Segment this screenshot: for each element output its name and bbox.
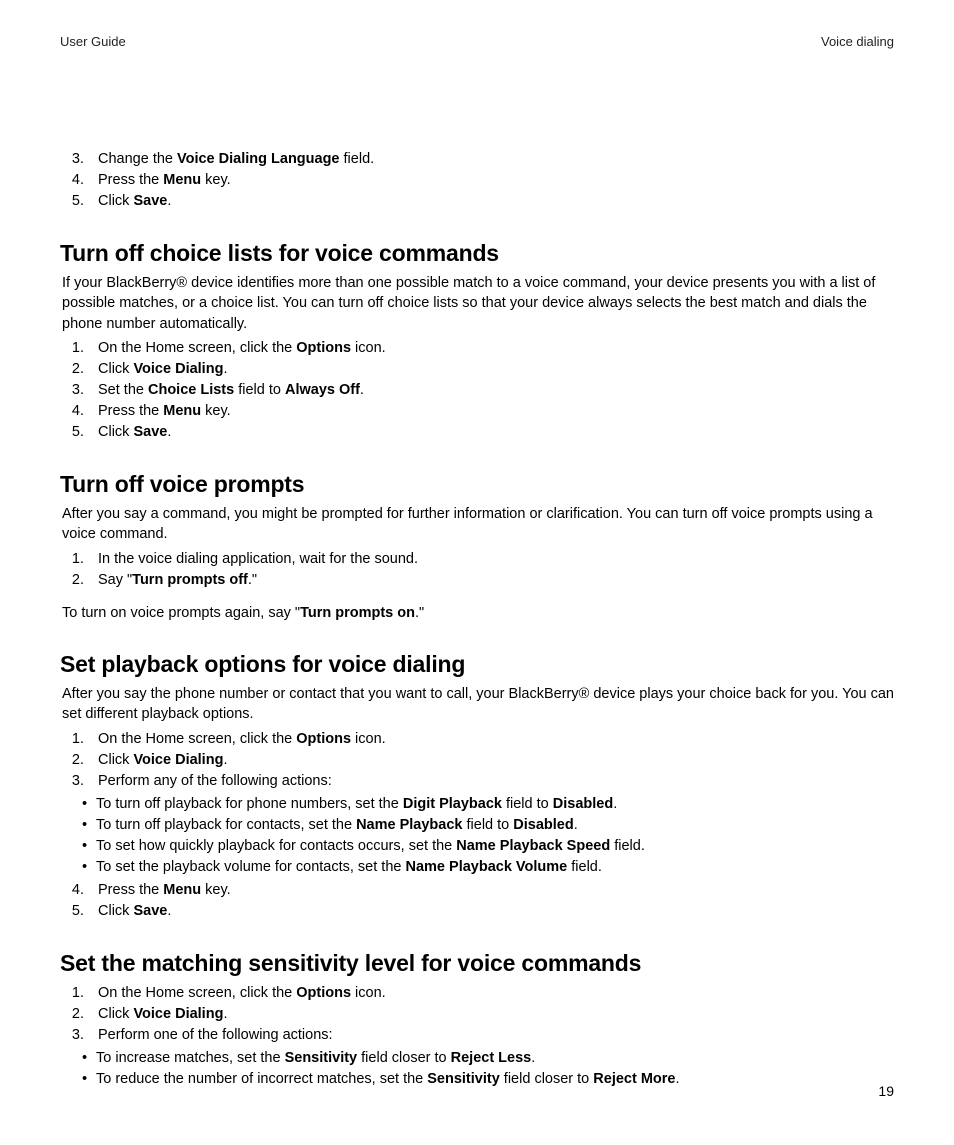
list-item: Say "Turn prompts off."	[88, 570, 894, 591]
list-item: Press the Menu key.	[88, 401, 894, 422]
section-4-steps: On the Home screen, click the Options ic…	[60, 983, 894, 1046]
section-2-title: Turn off voice prompts	[60, 471, 894, 498]
list-item: Click Voice Dialing.	[88, 1004, 894, 1025]
section-1-title: Turn off choice lists for voice commands	[60, 240, 894, 267]
header-left: User Guide	[60, 34, 126, 49]
section-3-title: Set playback options for voice dialing	[60, 651, 894, 678]
section-2-outro: To turn on voice prompts again, say "Tur…	[62, 603, 894, 623]
list-item: On the Home screen, click the Options ic…	[88, 729, 894, 750]
list-item: Perform any of the following actions:	[88, 771, 894, 792]
list-item: Change the Voice Dialing Language field.	[88, 149, 894, 170]
list-item: Set the Choice Lists field to Always Off…	[88, 380, 894, 401]
section-2-intro: After you say a command, you might be pr…	[62, 504, 894, 545]
list-item: Click Voice Dialing.	[88, 750, 894, 771]
intro-steps: Change the Voice Dialing Language field.…	[60, 149, 894, 212]
list-item: In the voice dialing application, wait f…	[88, 549, 894, 570]
list-item: Click Save.	[88, 422, 894, 443]
list-item: Click Voice Dialing.	[88, 359, 894, 380]
list-item: Press the Menu key.	[88, 880, 894, 901]
list-item: To set how quickly playback for contacts…	[82, 836, 894, 857]
list-item: To turn off playback for phone numbers, …	[82, 794, 894, 815]
list-item: To increase matches, set the Sensitivity…	[82, 1048, 894, 1069]
section-1-intro: If your BlackBerry® device identifies mo…	[62, 273, 894, 334]
list-item: Click Save.	[88, 191, 894, 212]
page-header: User Guide Voice dialing	[60, 34, 894, 49]
section-1-steps: On the Home screen, click the Options ic…	[60, 338, 894, 443]
list-item: To turn off playback for contacts, set t…	[82, 815, 894, 836]
section-3-steps-a: On the Home screen, click the Options ic…	[60, 729, 894, 792]
list-item: Press the Menu key.	[88, 170, 894, 191]
section-2-steps: In the voice dialing application, wait f…	[60, 549, 894, 591]
list-item: On the Home screen, click the Options ic…	[88, 338, 894, 359]
section-3-steps-b: Press the Menu key.Click Save.	[60, 880, 894, 922]
list-item: Perform one of the following actions:	[88, 1025, 894, 1046]
list-item: To set the playback volume for contacts,…	[82, 857, 894, 878]
page: User Guide Voice dialing Change the Voic…	[0, 0, 954, 1145]
page-number: 19	[878, 1083, 894, 1099]
section-4-bullets: To increase matches, set the Sensitivity…	[60, 1048, 894, 1090]
section-3-bullets: To turn off playback for phone numbers, …	[60, 794, 894, 878]
section-4-title: Set the matching sensitivity level for v…	[60, 950, 894, 977]
header-right: Voice dialing	[821, 34, 894, 49]
list-item: On the Home screen, click the Options ic…	[88, 983, 894, 1004]
section-3-intro: After you say the phone number or contac…	[62, 684, 894, 725]
list-item: To reduce the number of incorrect matche…	[82, 1069, 894, 1090]
list-item: Click Save.	[88, 901, 894, 922]
